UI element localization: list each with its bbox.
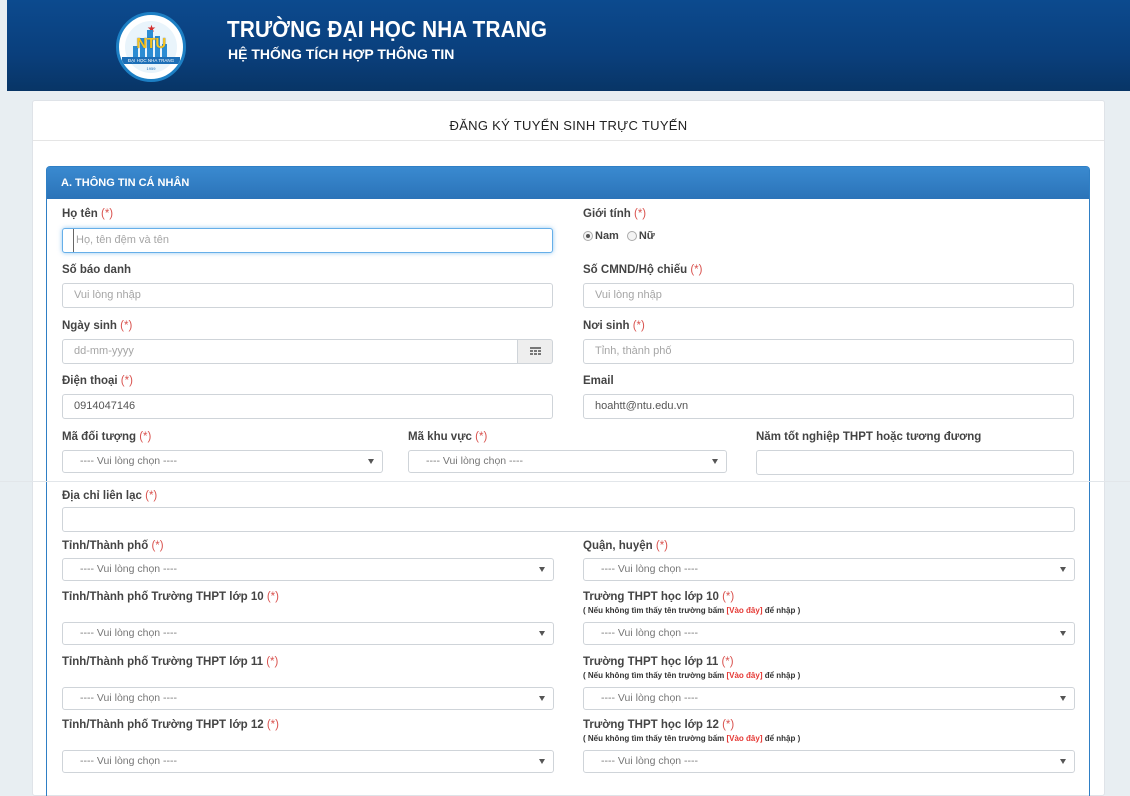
radio-nu-label[interactable]: Nữ (639, 230, 655, 242)
calendar-button[interactable] (518, 339, 553, 364)
chevron-down-icon (1060, 696, 1066, 701)
radio-nam-label[interactable]: Nam (595, 230, 619, 242)
chevron-down-icon (712, 459, 718, 464)
section-a-title: A. THÔNG TIN CÁ NHÂN (47, 167, 1089, 199)
tinh-lop12-label: Tỉnh/Thành phố Trường THPT lớp 12 (*) (62, 719, 279, 731)
ho-ten-label: Họ tên (*) (62, 208, 114, 220)
ma-khu-vuc-label: Mã khu vực (*) (408, 431, 488, 443)
chevron-down-icon (1060, 759, 1066, 764)
enter-school-link-11[interactable]: [Vào đây] (726, 671, 762, 680)
dia-chi-label: Địa chỉ liên lạc (*) (62, 490, 158, 502)
enter-school-link-12[interactable]: [Vào đây] (726, 734, 762, 743)
email-label: Email (583, 375, 614, 387)
school-note-12: ( Nếu không tìm thấy tên trường bấm [Vào… (583, 734, 801, 743)
site-header: ★ NTU ĐẠI HỌC NHA TRANG 1959 TRƯỜNG ĐẠI … (7, 0, 1130, 91)
truong-lop12-select[interactable]: ---- Vui lòng chọn ---- (583, 750, 1075, 773)
truong-lop11-select[interactable]: ---- Vui lòng chọn ---- (583, 687, 1075, 710)
tinh-thanh-select[interactable]: ---- Vui lòng chọn ---- (62, 558, 554, 581)
chevron-down-icon (368, 459, 374, 464)
chevron-down-icon (1060, 567, 1066, 572)
school-note-11: ( Nếu không tìm thấy tên trường bấm [Vào… (583, 671, 801, 680)
truong-lop11-label: Trường THPT học lớp 11 (*) (583, 656, 734, 668)
tinh-lop11-label: Tỉnh/Thành phố Trường THPT lớp 11 (*) (62, 656, 279, 668)
ma-doi-tuong-label: Mã đối tượng (*) (62, 431, 152, 443)
chevron-down-icon (539, 567, 545, 572)
dien-thoai-label: Điện thoại (*) (62, 375, 133, 387)
dien-thoai-input[interactable]: 0914047146 (62, 394, 553, 419)
logo-band-text: ĐẠI HỌC NHA TRANG (122, 57, 180, 64)
cmnd-input[interactable]: Vui lòng nhập (583, 283, 1074, 308)
gioi-tinh-label: Giới tính (*) (583, 208, 647, 220)
university-name: TRƯỜNG ĐẠI HỌC NHA TRANG (227, 16, 548, 42)
ngay-sinh-input[interactable]: dd-mm-yyyy (62, 339, 518, 364)
tinh-thanh-label: Tỉnh/Thành phố (*) (62, 540, 164, 552)
radio-nu[interactable] (626, 231, 637, 241)
ngay-sinh-label: Ngày sinh (*) (62, 320, 133, 332)
tinh-lop12-select[interactable]: ---- Vui lòng chọn ---- (62, 750, 554, 773)
dia-chi-input[interactable] (62, 507, 1075, 532)
chevron-down-icon (539, 631, 545, 636)
ma-khu-vuc-select[interactable]: ---- Vui lòng chọn ---- (408, 450, 727, 473)
truong-lop10-select[interactable]: ---- Vui lòng chọn ---- (583, 622, 1075, 645)
email-input[interactable]: hoahtt@ntu.edu.vn (583, 394, 1074, 419)
text-caret (73, 229, 74, 252)
school-note-10: ( Nếu không tìm thấy tên trường bấm [Vào… (583, 606, 801, 615)
so-bao-danh-input[interactable]: Vui lòng nhập (62, 283, 553, 308)
system-name: HỆ THỐNG TÍCH HỢP THÔNG TIN (228, 46, 455, 62)
truong-lop10-label: Trường THPT học lớp 10 (*) (583, 591, 735, 603)
chevron-down-icon (539, 696, 545, 701)
cmnd-label: Số CMND/Hộ chiếu (*) (583, 264, 703, 276)
tinh-lop10-select[interactable]: ---- Vui lòng chọn ---- (62, 622, 554, 645)
quan-huyen-label: Quận, huyện (*) (583, 540, 668, 552)
nam-tot-nghiep-input[interactable] (756, 450, 1074, 475)
logo-year: 1959 (146, 66, 156, 71)
chevron-down-icon (1060, 631, 1066, 636)
logo-text: NTU (136, 35, 166, 52)
ma-doi-tuong-select[interactable]: ---- Vui lòng chọn ---- (62, 450, 383, 473)
noi-sinh-input[interactable]: Tỉnh, thành phố (583, 339, 1074, 364)
tinh-lop10-label: Tỉnh/Thành phố Trường THPT lớp 10 (*) (62, 591, 279, 603)
calendar-icon (530, 347, 541, 357)
enter-school-link-10[interactable]: [Vào đây] (726, 606, 762, 615)
tinh-lop11-select[interactable]: ---- Vui lòng chọn ---- (62, 687, 554, 710)
truong-lop12-label: Trường THPT học lớp 12 (*) (583, 719, 735, 731)
ho-ten-input[interactable]: Họ, tên đệm và tên (62, 228, 553, 253)
university-logo[interactable]: ★ NTU ĐẠI HỌC NHA TRANG 1959 (116, 12, 186, 82)
so-bao-danh-label: Số báo danh (62, 264, 131, 276)
radio-nam[interactable] (583, 231, 593, 241)
noi-sinh-label: Nơi sinh (*) (583, 320, 645, 332)
quan-huyen-select[interactable]: ---- Vui lòng chọn ---- (583, 558, 1075, 581)
nam-tot-nghiep-label: Năm tốt nghiệp THPT hoặc tương đương (756, 431, 982, 443)
gioi-tinh-radio-group: Nam Nữ (583, 230, 663, 242)
chevron-down-icon (539, 759, 545, 764)
divider (0, 481, 1130, 482)
page-title: ĐĂNG KÝ TUYỂN SINH TRỰC TUYẾN (33, 101, 1104, 141)
